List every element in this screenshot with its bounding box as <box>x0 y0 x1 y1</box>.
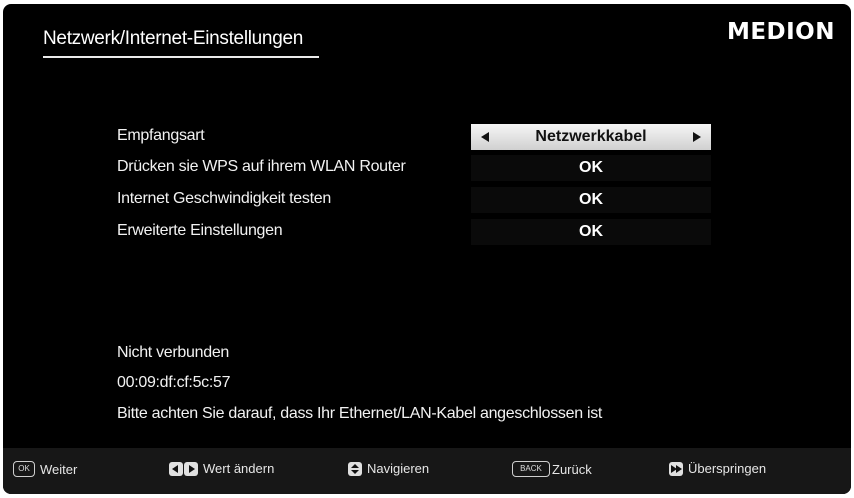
footer-skip[interactable]: Überspringen <box>669 461 766 476</box>
brand-logo: MEDION <box>726 19 835 45</box>
back-key-icon: BACK <box>512 461 550 477</box>
ok-key-icon: OK <box>13 461 35 477</box>
footer-navigate[interactable]: Navigieren <box>348 461 429 476</box>
right-key-icon <box>184 461 198 476</box>
selector-value: Netzwerkkabel <box>535 128 647 145</box>
title-underline <box>43 56 319 58</box>
footer-navigate-label: Navigieren <box>367 461 430 476</box>
setting-label: Drücken sie WPS auf ihrem WLAN Router <box>117 158 406 175</box>
setting-label: Empfangsart <box>117 127 205 144</box>
footer-change-value[interactable]: Wert ändern <box>169 461 274 476</box>
left-key-icon <box>169 461 183 476</box>
connection-type-selector[interactable]: Netzwerkkabel <box>471 124 711 150</box>
connection-status: Nicht verbunden <box>117 344 230 361</box>
advanced-ok-button[interactable]: OK <box>471 219 711 245</box>
cable-hint: Bitte achten Sie darauf, dass Ihr Ethern… <box>117 405 603 422</box>
footer-back-label: Zurück <box>552 461 592 477</box>
footer-ok-label: Weiter <box>40 461 78 477</box>
setting-row-advanced[interactable]: Erweiterte Einstellungen OK <box>117 219 737 245</box>
setting-row-empfangsart[interactable]: Empfangsart Netzwerkkabel <box>117 124 737 150</box>
wps-ok-button[interactable]: OK <box>471 155 711 181</box>
mac-address: 00:09:df:cf:5c:57 <box>117 374 231 391</box>
fast-forward-icon <box>669 461 683 476</box>
speed-test-ok-button[interactable]: OK <box>471 187 711 213</box>
footer-change-label: Wert ändern <box>203 461 275 476</box>
arrow-right-icon[interactable] <box>693 132 701 142</box>
tv-screen: Netzwerk/Internet-Einstellungen MEDION E… <box>3 4 851 494</box>
footer-ok[interactable]: OK Weiter <box>13 461 77 477</box>
footer-skip-label: Überspringen <box>688 461 767 476</box>
footer-back[interactable]: BACK Zurück <box>512 461 592 477</box>
setting-label: Internet Geschwindigkeit testen <box>117 190 331 207</box>
footer-bar: OK Weiter Wert ändern Navigieren BACK Zu… <box>3 448 851 494</box>
page-title: Netzwerk/Internet-Einstellungen <box>43 28 304 49</box>
arrow-left-icon[interactable] <box>481 132 489 142</box>
setting-row-wps[interactable]: Drücken sie WPS auf ihrem WLAN Router OK <box>117 155 737 181</box>
setting-label: Erweiterte Einstellungen <box>117 222 283 239</box>
setting-row-speed-test[interactable]: Internet Geschwindigkeit testen OK <box>117 187 737 213</box>
up-down-key-icon <box>348 461 362 476</box>
